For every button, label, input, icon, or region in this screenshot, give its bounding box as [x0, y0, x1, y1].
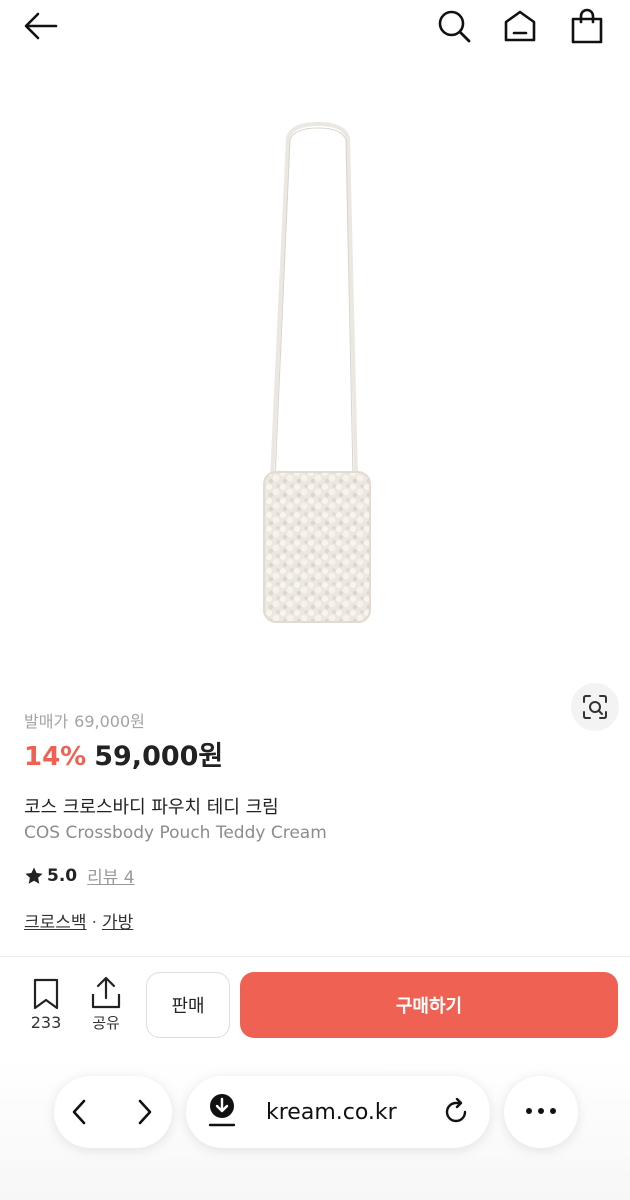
release-price-label: 발매가 — [24, 712, 69, 731]
category-link-bag[interactable]: 가방 — [102, 913, 133, 933]
browser-nav-group — [54, 1076, 172, 1148]
share-label: 공유 — [92, 1014, 120, 1032]
product-name-english: COS Crossbody Pouch Teddy Cream — [24, 823, 327, 843]
url-text: kream.co.kr — [266, 1100, 397, 1125]
arrow-left-icon[interactable] — [22, 10, 60, 42]
top-nav-bar — [0, 0, 630, 50]
category-separator: · — [91, 913, 97, 933]
review-link[interactable]: 리뷰 4 — [87, 863, 135, 888]
cream-teddy-pouch-image — [263, 121, 371, 623]
shopping-bag-icon[interactable] — [568, 7, 606, 45]
chevron-right-icon[interactable] — [130, 1098, 158, 1126]
download-icon[interactable] — [206, 1092, 238, 1128]
product-image-area[interactable] — [0, 50, 630, 731]
price-row: 14% 59,000원 — [24, 734, 223, 773]
visual-search-icon — [583, 695, 607, 719]
address-bar[interactable]: kream.co.kr — [186, 1076, 490, 1148]
product-name-korean: 코스 크로스바디 파우치 테디 크림 — [24, 797, 279, 818]
category-link-crossbag[interactable]: 크로스백 — [24, 913, 87, 933]
discount-rate: 14% — [24, 742, 87, 772]
share-button[interactable]: 공유 — [80, 976, 132, 1033]
bookmark-button[interactable]: 233 — [18, 978, 74, 1032]
rating-score: 5.0 — [47, 865, 78, 886]
visual-search-button[interactable] — [571, 683, 619, 731]
bookmark-count: 233 — [30, 1013, 62, 1032]
home-icon[interactable] — [502, 8, 538, 44]
rating-row: 5.0 리뷰 4 — [24, 863, 135, 888]
release-price: 발매가 69,000원 — [24, 708, 151, 732]
category-breadcrumb: 크로스백 · 가방 — [24, 908, 133, 933]
star-icon — [25, 867, 43, 884]
bookmark-icon — [33, 978, 59, 1010]
browser-more-button[interactable] — [504, 1076, 578, 1148]
release-price-value: 69,000원 — [74, 712, 145, 731]
reload-icon[interactable] — [442, 1098, 470, 1126]
more-horizontal-icon — [526, 1108, 556, 1114]
divider — [0, 956, 630, 957]
share-icon — [91, 976, 121, 1009]
buy-button[interactable]: 구매하기 — [240, 972, 618, 1038]
chevron-left-icon[interactable] — [66, 1098, 94, 1126]
sale-price: 59,000원 — [94, 741, 224, 772]
sell-button[interactable]: 판매 — [146, 972, 230, 1038]
browser-toolbar: kream.co.kr — [0, 1056, 630, 1200]
search-icon[interactable] — [436, 8, 472, 44]
